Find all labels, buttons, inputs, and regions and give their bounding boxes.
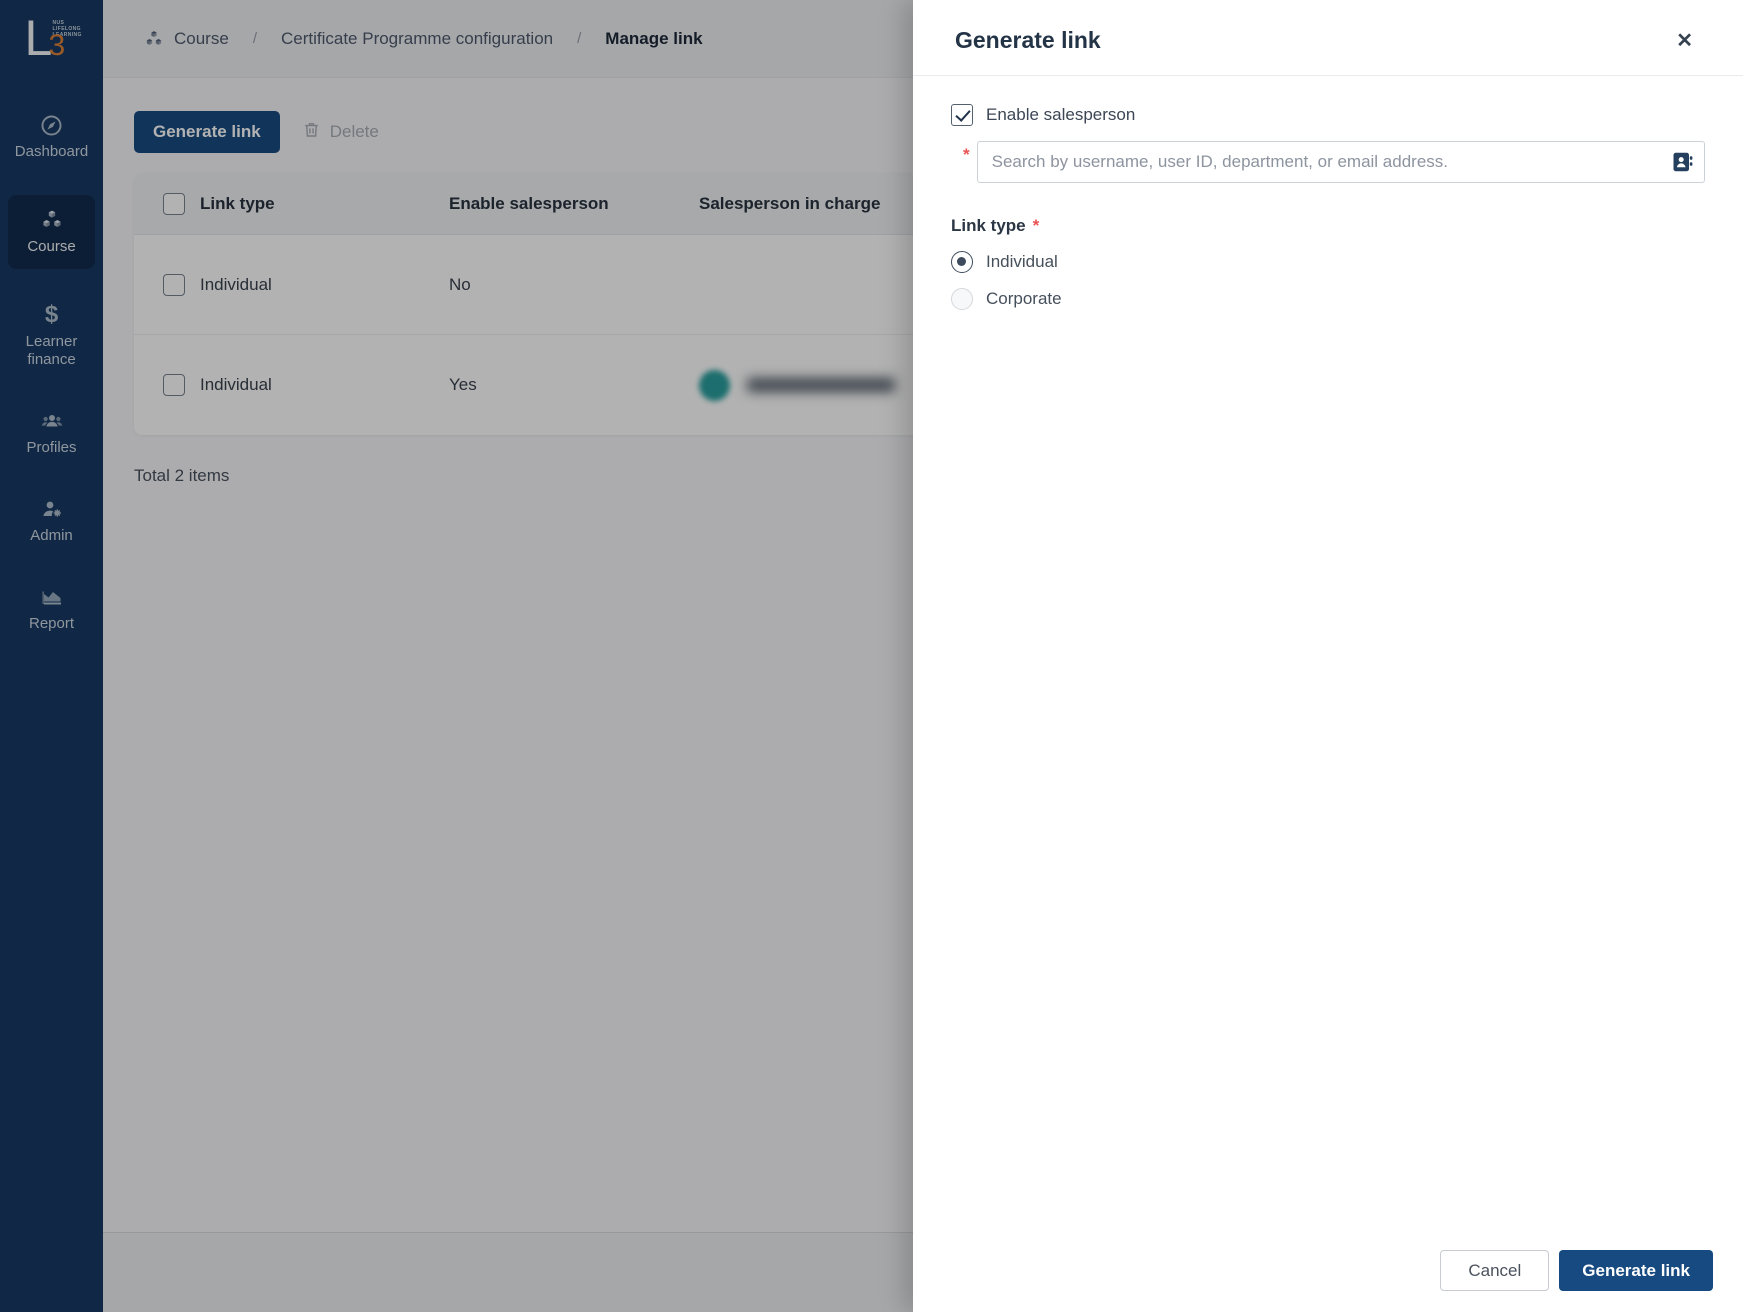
drawer-body: Enable salesperson * Link type * — [913, 76, 1743, 1250]
enable-salesperson-label: Enable salesperson — [986, 105, 1136, 124]
link-type-option-individual[interactable]: Individual — [951, 251, 1705, 273]
radio-individual-label: Individual — [986, 252, 1058, 271]
salesperson-search-input[interactable] — [976, 141, 1705, 183]
drawer-header: Generate link ✕ — [913, 0, 1743, 76]
required-asterisk: * — [1032, 216, 1040, 235]
enable-salesperson-field: Enable salesperson — [951, 104, 1705, 126]
drawer-generate-link-button[interactable]: Generate link — [1559, 1250, 1713, 1291]
generate-link-drawer: Generate link ✕ Enable salesperson * Sea… — [913, 0, 1743, 1312]
link-type-label: Link type * — [951, 216, 1040, 235]
enable-salesperson-checkbox[interactable] — [951, 104, 973, 126]
radio-corporate[interactable] — [951, 288, 973, 310]
radio-individual[interactable] — [951, 251, 973, 273]
drawer-title: Generate link — [955, 27, 1101, 53]
cancel-button[interactable]: Cancel — [1440, 1250, 1550, 1291]
link-type-option-corporate[interactable]: Corporate — [951, 288, 1705, 310]
drawer-footer: Cancel Generate link — [913, 1250, 1743, 1312]
required-asterisk: * — [963, 145, 970, 164]
radio-corporate-label: Corporate — [986, 289, 1062, 308]
close-icon[interactable]: ✕ — [1676, 31, 1693, 51]
salesperson-search-field: * — [951, 141, 1705, 183]
address-book-icon[interactable] — [1670, 150, 1694, 174]
